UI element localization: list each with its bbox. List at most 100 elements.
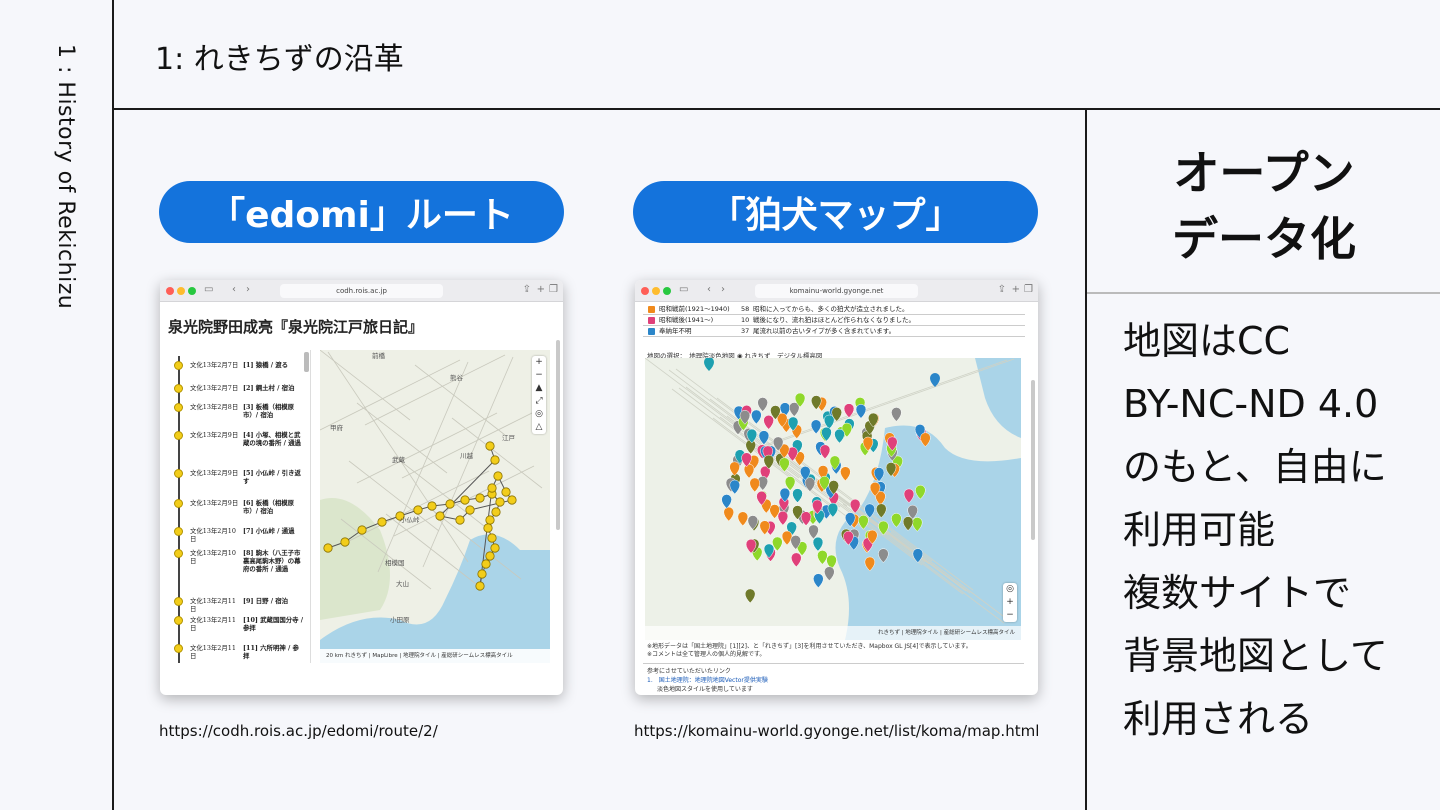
route-point: [377, 517, 387, 527]
route-point: [501, 487, 511, 497]
url-bar: komainu-world.gyonge.net: [755, 284, 918, 298]
timeline-place: [2] 鋼土村 / 宿泊: [243, 384, 295, 392]
route-point: [475, 493, 485, 503]
timeline-place: [11] 六所明神 / 参拝: [243, 644, 299, 660]
back-icon: ‹: [232, 284, 236, 295]
route-point: [507, 495, 517, 505]
edomi-screenshot: ▭ ‹ › codh.rois.ac.jp ⇪ + ❐ 泉光院野田成亮『泉光院江…: [160, 280, 563, 695]
route-point-icon: [174, 499, 183, 508]
map-place-label: 武蔵: [392, 455, 406, 464]
komainu-map[interactable]: ◎ + − れきちず | 地理院タイル | 産総研シームレス標高タイル: [645, 358, 1021, 640]
timeline-place: [3] 板橋（相模原市）/ 宿泊: [243, 403, 295, 419]
new-tab-icon: +: [536, 284, 545, 295]
timeline-date: 文化13年2月9日: [190, 431, 239, 439]
route-point-icon: [174, 597, 183, 606]
minimize-dot-icon: [652, 287, 660, 295]
edomi-url-caption[interactable]: https://codh.rois.ac.jp/edomi/route/2/: [159, 722, 438, 740]
route-point: [323, 543, 333, 553]
license-description: 地図はCC BY-NC-ND 4.0 のもと、自由に 利用可能 複数サイトで 背…: [1123, 310, 1388, 751]
close-dot-icon: [641, 287, 649, 295]
back-icon: ‹: [707, 284, 711, 295]
share-icon: ⇪: [522, 284, 531, 295]
route-map-svg: 前橋熊谷川越 武蔵小仏峠相模国大山小田原 江戸 甲府: [320, 350, 550, 663]
map-place-label: 甲府: [330, 423, 344, 432]
komainu-url-caption[interactable]: https://komainu-world.gyonge.net/list/ko…: [634, 722, 1039, 740]
sidebar-icon: ▭: [679, 284, 689, 295]
side-title: 1 : History of Rekichizu: [53, 44, 78, 310]
era-checkbox[interactable]: [648, 306, 655, 313]
route-point: [413, 505, 423, 515]
timeline-date: 文化13年2月8日: [190, 403, 239, 411]
page-scrollbar[interactable]: [556, 340, 560, 530]
url-bar: codh.rois.ac.jp: [280, 284, 443, 298]
route-point-icon: [174, 616, 183, 625]
route-point: [435, 511, 445, 521]
route-point: [490, 543, 500, 553]
timeline-place: [9] 日野 / 宿泊: [243, 597, 289, 605]
route-point: [465, 505, 475, 515]
map-place-label: 熊谷: [450, 373, 464, 382]
desc-line-6: 背景地図として: [1123, 634, 1388, 678]
map-place-label: 小仏峠: [400, 515, 420, 524]
era-checkbox[interactable]: [648, 317, 655, 324]
timeline-place: [10] 武蔵国国分寺 / 参拝: [243, 616, 304, 632]
era-checkbox[interactable]: [648, 328, 655, 335]
map-zoom-controls[interactable]: ◎ + −: [1003, 583, 1017, 622]
minimize-dot-icon: [177, 287, 185, 295]
forward-icon: ›: [246, 284, 250, 295]
timeline-scrollbar[interactable]: [304, 352, 309, 372]
route-point: [487, 483, 497, 493]
tabs-icon: ❐: [1024, 284, 1033, 295]
era-count: 58: [741, 305, 750, 313]
komainu-map-pill: 「狛犬マップ」: [633, 181, 1038, 243]
era-name: 昭和戦後(1941～): [659, 316, 714, 324]
share-icon: ⇪: [997, 284, 1006, 295]
desc-line-1: 地図はCC: [1123, 319, 1291, 363]
era-row[interactable]: 昭和戦後(1941～) 10 戦後になり、流れ狛はほとんど作られなくなりました。: [643, 315, 1025, 326]
route-point: [495, 497, 505, 507]
timeline-date: 文化13年2月9日: [190, 499, 239, 507]
route-point-icon: [174, 549, 183, 558]
data-source-note: ※地形データは「国土地理院」[1][2]、と「れきちず」[3]を利用させていただ…: [647, 643, 972, 650]
route-point: [485, 551, 495, 561]
edomi-route-map[interactable]: 前橋 熊谷 川越 武蔵 小仏峠 相模国 大山 小田原 江戸 甲府 + − ▲ ⤢ ◎ △ 20 km れきち…: [320, 350, 550, 663]
route-point: [485, 441, 495, 451]
timeline-date: 文化13年2月11日: [190, 616, 236, 632]
route-point: [490, 455, 500, 465]
route-point: [445, 499, 455, 509]
map-attribution: 20 km れきちず | MapLibre | 地理院タイル | 産総研シームレ…: [320, 649, 550, 663]
route-point-icon: [174, 644, 183, 653]
era-count: 37: [741, 327, 750, 335]
open-data-heading: オープン データ化: [1088, 140, 1440, 272]
page-scrollbar[interactable]: [1031, 380, 1035, 540]
era-description: 昭和に入ってからも、多くの狛犬が造立されました。: [753, 305, 909, 313]
reference-link-1[interactable]: 1. 国土地理院：地理院地図Vector提供実験: [647, 677, 768, 685]
route-point: [493, 471, 503, 481]
right-panel-divider: [1085, 108, 1087, 810]
left-divider: [112, 0, 114, 810]
forward-icon: ›: [721, 284, 725, 295]
right-heading-divider: [1087, 292, 1440, 294]
era-row[interactable]: 奉納年不明 37 尾流れ以前の古いタイプが多く含まれています。: [643, 326, 1025, 337]
heading-line-1: オープン: [1173, 146, 1355, 200]
era-table: 昭和戦前(1921～1940) 58 昭和に入ってからも、多くの狛犬が造立されました…: [643, 304, 1025, 337]
map-place-label: 江戸: [502, 434, 516, 442]
route-point: [481, 559, 491, 569]
browser-toolbar: ▭ ‹ › codh.rois.ac.jp ⇪ + ❐: [160, 280, 563, 302]
era-name: 奉納年不明: [659, 327, 692, 335]
edomi-page-title: 泉光院野田成亮『泉光院江戸旅日記』: [168, 318, 424, 336]
route-point: [357, 525, 367, 535]
maximize-dot-icon: [663, 287, 671, 295]
map-zoom-controls[interactable]: + − ▲ ⤢ ◎ △: [532, 356, 546, 434]
timeline-date: 文化13年2月10日: [190, 549, 236, 565]
map-place-label: 相模国: [385, 558, 405, 567]
desc-line-7: 利用される: [1123, 697, 1314, 741]
slide-title: 1: れきちずの沿革: [155, 42, 404, 77]
era-row[interactable]: 昭和戦前(1921～1940) 58 昭和に入ってからも、多くの狛犬が造立されました…: [643, 304, 1025, 315]
tabs-icon: ❐: [549, 284, 558, 295]
sidebar-icon: ▭: [204, 284, 214, 295]
route-point: [427, 501, 437, 511]
new-tab-icon: +: [1011, 284, 1020, 295]
route-timeline: 文化13年2月7日 [1] 猿橋 / 渡る 文化13年2月7日 [2] 鋼土村 / 宿…: [168, 350, 311, 663]
timeline-place: [8] 駒木（八王子市裏高尾駒木野）の幕府の番所 / 通過: [243, 549, 301, 573]
